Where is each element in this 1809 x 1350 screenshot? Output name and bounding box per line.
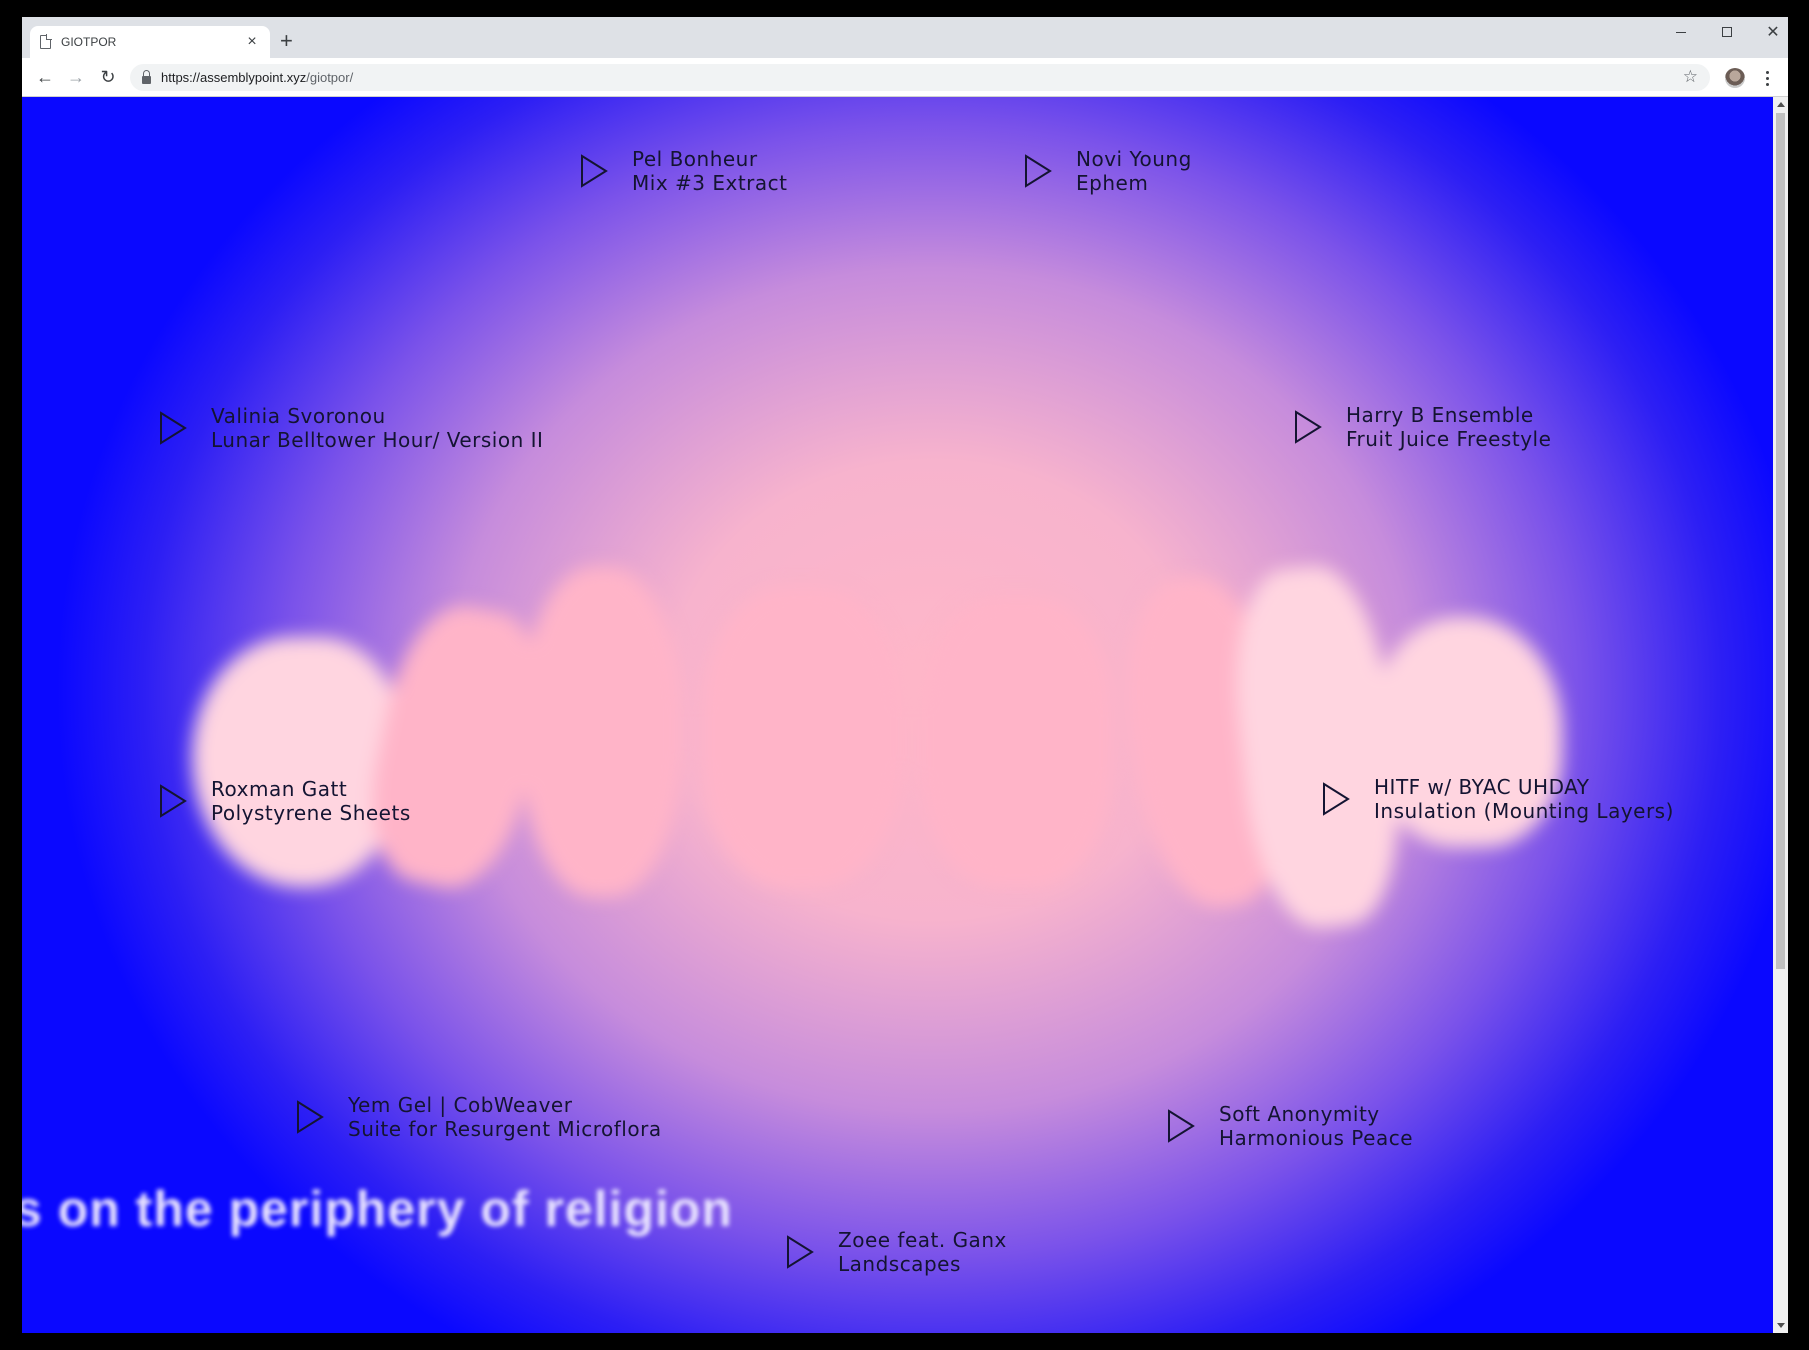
minimize-icon[interactable] — [1658, 17, 1704, 47]
play-icon[interactable] — [1294, 410, 1322, 444]
track-artist: Pel Bonheur — [632, 147, 758, 171]
track-harry-b-ensemble[interactable]: Harry B Ensemble Fruit Juice Freestyle — [1294, 403, 1551, 451]
url-text[interactable]: https://assemblypoint.xyz/giotpor/ — [161, 70, 353, 85]
tab-giotpor[interactable]: GIOTPOR × — [30, 26, 270, 58]
scrolling-ticker: s on the periphery of religion — [22, 1181, 733, 1237]
play-icon[interactable] — [159, 411, 187, 445]
close-icon[interactable]: × — [244, 34, 260, 50]
track-title: Polystyrene Sheets — [211, 801, 411, 825]
track-hitf-byac-uhday[interactable]: HITF w/ BYAC UHDAY Insulation (Mounting L… — [1322, 775, 1674, 823]
track-title: Landscapes — [838, 1252, 961, 1276]
track-title: Harmonious Peace — [1219, 1126, 1414, 1150]
scroll-thumb[interactable] — [1776, 113, 1785, 969]
forward-icon[interactable]: → — [63, 64, 89, 90]
avatar[interactable] — [1725, 68, 1745, 88]
track-yem-gel-cobweaver[interactable]: Yem Gel | CobWeaver Suite for Resurgent M… — [296, 1093, 662, 1141]
track-artist: Yem Gel | CobWeaver — [348, 1093, 573, 1117]
play-icon[interactable] — [159, 784, 187, 818]
play-icon[interactable] — [1024, 154, 1052, 188]
close-window-icon[interactable]: ✕ — [1750, 17, 1788, 47]
menu-icon[interactable] — [1757, 67, 1777, 89]
track-valinia-svoronou[interactable]: Valinia Svoronou Lunar Belltower Hour/ Ve… — [159, 404, 543, 452]
track-artist: HITF w/ BYAC UHDAY — [1374, 775, 1590, 799]
back-icon[interactable]: ← — [32, 64, 58, 90]
url-path: /giotpor/ — [306, 70, 354, 85]
track-title: Suite for Resurgent Microflora — [348, 1117, 662, 1141]
track-soft-anonymity[interactable]: Soft Anonymity Harmonious Peace — [1167, 1102, 1413, 1150]
page-viewport: s on the periphery of religion Pel Bonhe… — [22, 97, 1773, 1333]
lock-icon[interactable] — [142, 69, 151, 84]
track-zoee-feat-ganx[interactable]: Zoee feat. Ganx Landscapes — [786, 1228, 1007, 1276]
track-artist: Roxman Gatt — [211, 777, 348, 801]
blurred-logo — [182, 527, 1642, 947]
track-title: Lunar Belltower Hour/ Version II — [211, 428, 544, 452]
track-roxman-gatt[interactable]: Roxman Gatt Polystyrene Sheets — [159, 777, 411, 825]
play-icon[interactable] — [1322, 782, 1350, 816]
toolbar: ← → ↻ https://assemblypoint.xyz/giotpor/… — [22, 58, 1788, 97]
browser-window: GIOTPOR × + ✕ ← → ↻ https://assemblypoin… — [22, 17, 1788, 1333]
play-icon[interactable] — [580, 154, 608, 188]
track-title: Ephem — [1076, 171, 1149, 195]
tab-title: GIOTPOR — [61, 35, 117, 49]
document-icon — [40, 34, 52, 49]
play-icon[interactable] — [786, 1235, 814, 1269]
scroll-up-icon[interactable] — [1777, 102, 1785, 107]
track-artist: Zoee feat. Ganx — [838, 1228, 1007, 1252]
play-icon[interactable] — [1167, 1109, 1195, 1143]
track-pel-bonheur[interactable]: Pel Bonheur Mix #3 Extract — [580, 147, 787, 195]
star-icon[interactable]: ☆ — [1683, 67, 1698, 87]
track-title: Fruit Juice Freestyle — [1346, 427, 1552, 451]
track-artist: Harry B Ensemble — [1346, 403, 1534, 427]
track-artist: Valinia Svoronou — [211, 404, 386, 428]
plus-icon[interactable]: + — [280, 30, 293, 52]
track-title: Insulation (Mounting Layers) — [1374, 799, 1674, 823]
play-icon[interactable] — [296, 1100, 324, 1134]
reload-icon[interactable]: ↻ — [95, 64, 121, 90]
vertical-scrollbar[interactable] — [1773, 97, 1788, 1333]
maximize-icon[interactable] — [1704, 17, 1750, 47]
url-host: https://assemblypoint.xyz — [161, 70, 307, 85]
track-artist: Soft Anonymity — [1219, 1102, 1380, 1126]
track-title: Mix #3 Extract — [632, 171, 788, 195]
tab-strip: GIOTPOR × + ✕ — [22, 17, 1788, 58]
track-novi-young[interactable]: Novi Young Ephem — [1024, 147, 1192, 195]
address-bar[interactable]: https://assemblypoint.xyz/giotpor/ ☆ — [130, 64, 1710, 91]
track-artist: Novi Young — [1076, 147, 1192, 171]
scroll-down-icon[interactable] — [1777, 1323, 1785, 1328]
